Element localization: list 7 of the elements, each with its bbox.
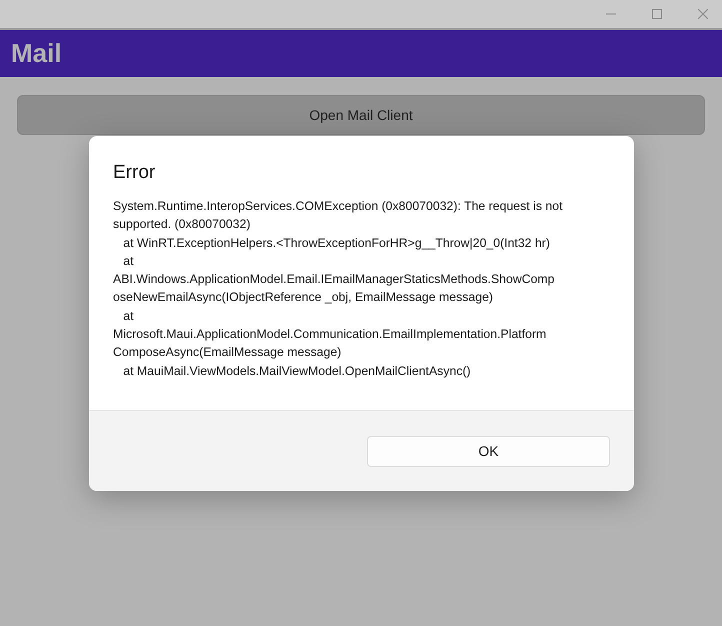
- dialog-title: Error: [113, 162, 156, 184]
- close-icon[interactable]: [698, 9, 708, 19]
- app-title: Mail: [11, 38, 62, 69]
- maximize-icon[interactable]: [652, 9, 662, 19]
- ok-button[interactable]: OK: [367, 436, 610, 466]
- open-mail-client-button[interactable]: Open Mail Client: [17, 95, 705, 135]
- error-message: System.Runtime.InteropServices.COMException (0x80070032): The request is not supported. (0x80070032) at WinRT.ExceptionHelpers.<ThrowExceptionForHR>g__Throw|20_0(Int32 hr) at ABI.Windows.ApplicationModel.Email.IEmailManagerStaticsMethods.ShowComp oseNewEmailAsync(IObjectReference _obj, EmailMessage message) at Microsoft.Maui.ApplicationModel.Communication.EmailImplementation.Platform ComposeAsync(EmailMessage message) at MauiMail.ViewModels.MailViewModel.OpenMailClientAsync(): [113, 198, 564, 380]
